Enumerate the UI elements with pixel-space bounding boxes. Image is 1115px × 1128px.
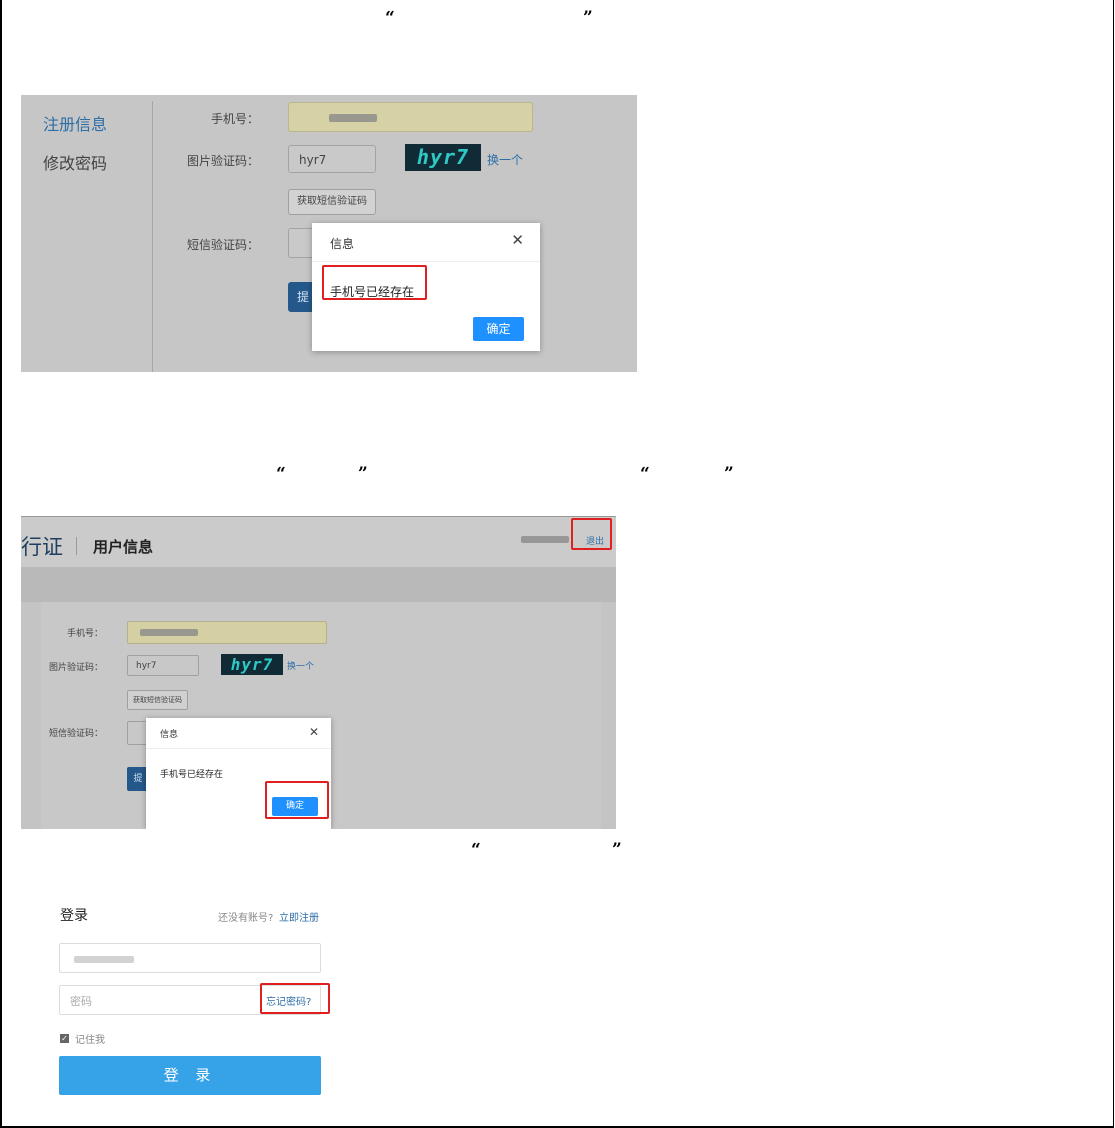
- dialog-header: 信息 ✕: [146, 718, 331, 749]
- highlight-logout: [571, 518, 612, 550]
- header-band: [21, 567, 616, 602]
- dialog-message: 手机号已经存在: [160, 770, 224, 780]
- register-link[interactable]: 立即注册: [279, 909, 319, 924]
- top-bar: 行证 用户信息 退出: [21, 517, 616, 567]
- redacted-phone: [140, 629, 198, 636]
- phone-input[interactable]: [127, 621, 327, 644]
- redacted-username: [74, 956, 134, 963]
- sms-code-label: 短信验证码：: [48, 729, 103, 739]
- quote-open-4: “: [471, 840, 481, 860]
- captcha-input[interactable]: hyr7: [127, 655, 199, 676]
- quote-open-3: “: [640, 464, 650, 484]
- dialog-title: 信息: [330, 237, 355, 251]
- captcha-image[interactable]: hyr7: [221, 654, 283, 675]
- dialog-title: 信息: [160, 730, 179, 740]
- phone-label: 手机号：: [66, 629, 103, 639]
- redacted-phone: [329, 114, 377, 122]
- remember-me-label: 记住我: [75, 1035, 105, 1046]
- username-input[interactable]: [59, 943, 321, 973]
- phone-input[interactable]: [288, 102, 533, 132]
- quote-close-3: ”: [724, 464, 734, 484]
- sidebar-item-change-password[interactable]: 修改密码: [43, 150, 107, 174]
- password-placeholder: 密码: [70, 995, 92, 1008]
- captcha-input[interactable]: hyr7: [288, 145, 376, 173]
- screenshot-register-form: 注册信息 修改密码 手机号： 图片验证码： hyr7 hyr7 换一个 获取短信…: [21, 95, 637, 372]
- refresh-captcha-link[interactable]: 换一个: [287, 659, 314, 672]
- highlight-forgot-password: [260, 983, 330, 1014]
- dialog-header: 信息 ✕: [312, 223, 540, 262]
- captcha-image[interactable]: hyr7: [405, 144, 481, 171]
- quote-close-2: ”: [358, 464, 368, 484]
- captcha-label: 图片验证码：: [186, 154, 259, 168]
- refresh-captcha-link[interactable]: 换一个: [487, 151, 523, 168]
- close-icon[interactable]: ✕: [309, 725, 319, 739]
- close-icon[interactable]: ✕: [511, 231, 524, 249]
- remember-me-checkbox[interactable]: ✓: [60, 1034, 69, 1043]
- sidebar-item-register-info[interactable]: 注册信息: [43, 111, 107, 135]
- get-sms-code-button[interactable]: 获取短信验证码: [288, 189, 376, 215]
- page-title: 用户信息: [93, 538, 154, 556]
- highlight-message-box: [322, 265, 427, 300]
- login-title: 登录: [60, 908, 88, 924]
- phone-label: 手机号：: [210, 112, 259, 126]
- quote-open-1: “: [385, 8, 395, 28]
- get-sms-code-button[interactable]: 获取短信验证码: [127, 690, 188, 710]
- highlight-ok-button: [265, 781, 329, 819]
- brand-title: 行证: [21, 535, 63, 559]
- quote-close-4: ”: [612, 840, 622, 860]
- redacted-username: [521, 536, 569, 543]
- header-separator: [76, 537, 77, 555]
- no-account-text: 还没有账号?: [218, 913, 274, 924]
- quote-close-1: ”: [583, 8, 593, 28]
- login-button[interactable]: 登 录: [59, 1056, 321, 1095]
- sms-code-label: 短信验证码：: [186, 238, 259, 252]
- dialog-ok-button[interactable]: 确定: [473, 317, 524, 341]
- quote-open-2: “: [276, 464, 286, 484]
- captcha-label: 图片验证码：: [48, 663, 103, 673]
